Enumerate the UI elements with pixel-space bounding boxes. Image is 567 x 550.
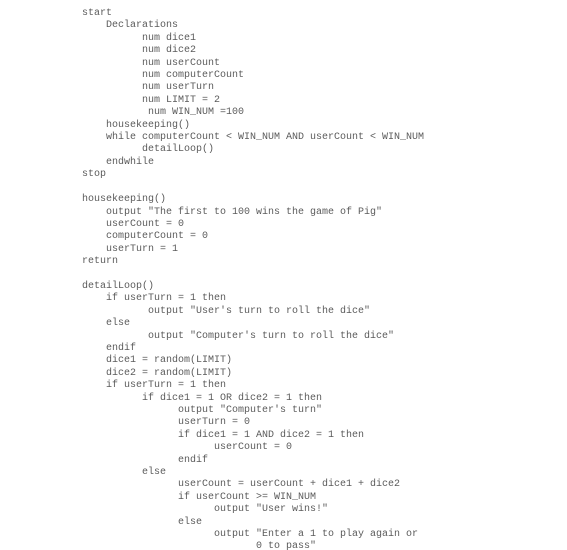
pseudocode-listing: start Declarations num dice1 num dice2 n…	[0, 0, 567, 550]
